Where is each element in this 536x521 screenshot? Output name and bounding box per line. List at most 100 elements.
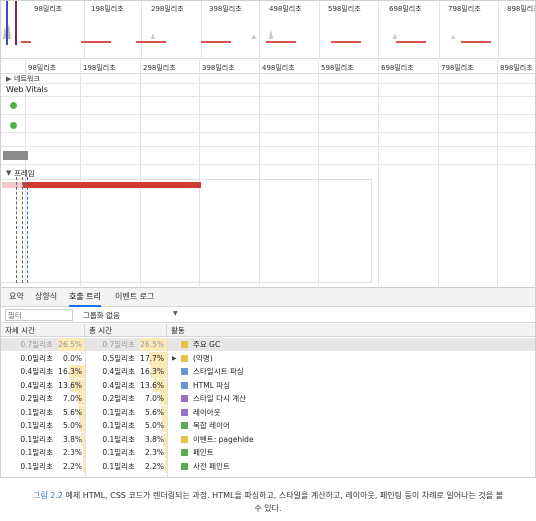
network-track[interactable]: ▶ 네트워크 [1, 74, 535, 84]
web-vitals-lane [1, 115, 535, 133]
activity-name: 페인트 [193, 448, 214, 457]
activity-name: 레이아웃 [193, 407, 221, 417]
layout-shift-block[interactable] [3, 151, 28, 160]
self-time-percent: 2.2% [62, 461, 82, 471]
table-row[interactable]: 0.1밀리초 3.8% 0.1밀리초 3.8% 이벤트: pagehide [1, 432, 535, 446]
filter-input[interactable] [5, 309, 73, 321]
caption-text-2: 수 있다. [254, 504, 282, 513]
activity-name: HTML 파싱 [193, 380, 231, 390]
overview-red-bar [396, 41, 426, 43]
total-time-value: 0.1밀리초 [102, 461, 135, 471]
table-row[interactable]: 0.2밀리초 7.0% 0.2밀리초 7.0% 스타일 다시 계산 [1, 392, 535, 405]
table-row[interactable]: 0.7밀리초 26.5% 0.7밀리초 26.5% 주요 GC [1, 338, 535, 351]
web-vitals-lane [1, 97, 535, 115]
self-time-percent: 5.0% [62, 421, 82, 430]
total-time-percent: 3.8% [144, 434, 164, 444]
self-time-percent: 7.0% [62, 394, 82, 403]
marker-line [27, 177, 28, 283]
total-time-value: 0.1밀리초 [102, 434, 135, 444]
overview-selection-left[interactable] [6, 1, 8, 45]
table-row[interactable]: 0.1밀리초 5.0% 0.1밀리초 5.0% 복합 레이어 [1, 419, 535, 432]
table-row[interactable]: 0.1밀리초 2.3% 0.1밀리초 2.3% 페인트 [1, 446, 535, 459]
column-header-self-time[interactable]: 자세 시간 [1, 324, 85, 337]
activity-name: 스타일 다시 계산 [193, 394, 247, 403]
main-task-bar[interactable] [23, 182, 201, 188]
timeline-tick-label: 98밀리초 [28, 64, 57, 72]
self-time-value: 0.1밀리초 [20, 461, 53, 471]
overview-red-bar [331, 41, 361, 43]
self-time-percent: 2.3% [62, 448, 82, 457]
activity-color-swatch [181, 395, 188, 402]
activity-name: 복합 레이어 [193, 421, 230, 430]
triangle-right-icon[interactable]: ▶ [172, 352, 177, 365]
activity-name: 주요 GC [193, 340, 221, 349]
frames-lane [1, 179, 372, 283]
column-header-activity[interactable]: 활동 [167, 324, 535, 337]
network-track-label: 네트워크 [14, 75, 40, 83]
self-time-percent: 26.5% [58, 340, 82, 349]
activity-color-swatch [181, 354, 188, 362]
activity-color-swatch [181, 449, 188, 456]
overview-selection-right[interactable] [15, 1, 17, 45]
web-vitals-label: Web Vitals [6, 85, 48, 94]
web-vital-marker[interactable] [10, 102, 17, 109]
self-time-percent: 13.6% [58, 380, 82, 390]
column-header-total-time[interactable]: 총 시간 [85, 324, 167, 337]
total-time-value: 0.5밀리초 [102, 353, 135, 363]
total-time-percent: 16.3% [140, 367, 164, 376]
total-time-value: 0.1밀리초 [102, 421, 135, 430]
tab-call-tree[interactable]: 호출 트리 [69, 291, 101, 307]
total-time-percent: 5.6% [144, 407, 164, 417]
timeline-tick-label: 898밀리초 [500, 64, 533, 72]
timeline-ruler: 98밀리초 198밀리초 298밀리초 398밀리초 498밀리초 598밀리초 698밀리… [1, 60, 535, 74]
overview-activity-graph [3, 23, 455, 39]
overview-strip[interactable]: 98밀리초 198밀리초 298밀리초 398밀리초 498밀리초 598밀리초 698밀리… [1, 1, 535, 59]
web-vitals-header: Web Vitals [1, 84, 535, 97]
timeline-tick-label: 398밀리초 [202, 64, 235, 72]
timeline-tick-label: 598밀리초 [321, 64, 354, 72]
total-time-value: 0.2밀리초 [102, 394, 135, 403]
frames-track: ▼ 프레임 [1, 167, 535, 285]
tab-bottom-up[interactable]: 상향식 [35, 291, 57, 302]
self-time-value: 0.1밀리초 [20, 421, 53, 430]
timeline-tick-label: 198밀리초 [83, 64, 116, 72]
self-time-value: 0.4밀리초 [20, 367, 53, 376]
figure-caption: 그림 2.2 예제 HTML, CSS 코드가 렌더링되는 과정. HTML을 … [0, 489, 536, 515]
self-time-value: 0.7밀리초 [20, 340, 53, 349]
triangle-down-icon[interactable]: ▼ [6, 169, 11, 177]
self-time-percent: 0.0% [62, 353, 82, 363]
table-row[interactable]: 0.1밀리초 2.2% 0.1밀리초 2.2% 사전 페인트 [1, 459, 535, 473]
activity-color-swatch [181, 462, 188, 470]
marker-line [16, 177, 17, 283]
timeline-tick-label: 798밀리초 [441, 64, 474, 72]
tab-event-log[interactable]: 이벤트 로그 [115, 291, 154, 302]
web-vital-marker[interactable] [10, 122, 17, 129]
timeline-tick-label: 698밀리초 [381, 64, 414, 72]
self-time-percent: 5.6% [62, 407, 82, 417]
total-time-value: 0.4밀리초 [102, 367, 135, 376]
overview-red-bar [266, 41, 296, 43]
activity-color-swatch [181, 435, 188, 443]
total-time-percent: 5.0% [144, 421, 164, 430]
overview-red-bar [201, 41, 231, 43]
activity-name: 이벤트: pagehide [193, 434, 254, 444]
table-row[interactable]: 0.4밀리초 16.3% 0.4밀리초 16.3% 스타일시트 파싱 [1, 365, 535, 378]
activity-color-swatch [181, 341, 188, 348]
self-time-value: 0.1밀리초 [20, 434, 53, 444]
self-time-value: 0.1밀리초 [20, 407, 53, 417]
marker-line [22, 177, 23, 283]
triangle-right-icon[interactable]: ▶ [6, 75, 11, 83]
timeline-tick-label: 498밀리초 [262, 64, 295, 72]
overview-red-bar [21, 41, 31, 43]
grouping-select[interactable]: 그룹화 없음 [83, 310, 120, 321]
timeline-tick-label: 298밀리초 [143, 64, 176, 72]
triangle-down-icon[interactable]: ▼ [173, 310, 178, 317]
filter-toolbar: 그룹화 없음 ▼ [1, 307, 535, 323]
table-row[interactable]: 0.1밀리초 5.6% 0.1밀리초 5.6% 레이아웃 [1, 405, 535, 419]
caption-text-1: 예제 HTML, CSS 코드가 렌더링되는 과정. HTML을 파싱하고, 스… [65, 491, 504, 500]
table-row[interactable]: 0.4밀리초 13.6% 0.4밀리초 13.6% HTML 파싱 [1, 378, 535, 392]
activity-color-swatch [181, 422, 188, 429]
tab-summary[interactable]: 요약 [9, 291, 24, 302]
layout-shift-lane [1, 147, 535, 165]
table-row[interactable]: 0.0밀리초 0.0% 0.5밀리초 17.7% ▶ (익명) [1, 351, 535, 365]
